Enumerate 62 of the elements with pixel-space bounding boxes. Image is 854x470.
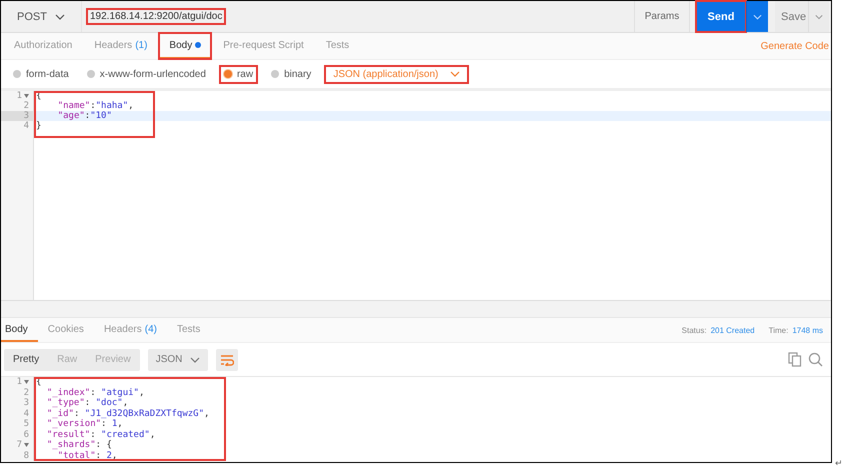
response-tab[interactable]: Tests	[172, 318, 210, 342]
line-number: 2	[24, 388, 29, 398]
response-tab[interactable]: Cookies	[44, 318, 94, 342]
url-field[interactable]: 192.168.14.12:9200/atgui/doc	[87, 9, 226, 24]
save-button[interactable]: Save	[775, 1, 809, 32]
status-label: Status:	[682, 326, 707, 334]
caret-icon	[54, 14, 65, 20]
paragraph-mark: ↵	[835, 458, 843, 468]
code-line: "_version": 1,	[46, 419, 123, 430]
code-line: }	[35, 121, 42, 131]
code-line: "_id": "J1_d32QBxRaDZXTfqwzG",	[46, 408, 210, 418]
caret-icon	[190, 356, 200, 362]
response-tab[interactable]: Headers (4)	[100, 318, 167, 342]
fold-arrow-icon[interactable]	[24, 380, 29, 384]
time-label: Time:	[768, 326, 788, 334]
line-number: 5	[24, 419, 29, 430]
code-line: "result": "created",	[46, 430, 156, 440]
send-options-button[interactable]	[746, 1, 768, 32]
wrap-icon	[220, 354, 234, 366]
code-line: "_type": "doc",	[46, 398, 130, 408]
line-number: 2	[24, 101, 29, 111]
request-tab[interactable]: Body	[159, 33, 212, 59]
line-number: 1	[16, 377, 22, 388]
send-button[interactable]: Send	[696, 1, 746, 32]
body-type-radio[interactable]: form-data	[9, 66, 73, 82]
params-button[interactable]: Params	[634, 1, 690, 32]
response-tab[interactable]: Body	[1, 318, 38, 342]
caret-icon	[450, 71, 460, 77]
copy-icon[interactable]	[788, 352, 802, 367]
line-number: 7	[16, 440, 22, 450]
caret-icon	[753, 14, 762, 20]
caret-icon	[815, 14, 823, 20]
line-number: 8	[24, 450, 29, 461]
fold-arrow-icon[interactable]	[24, 443, 29, 448]
body-type-radio[interactable]: binary	[267, 66, 316, 82]
status-value: 201 Created	[710, 326, 755, 334]
format-dropdown[interactable]: JSON	[148, 348, 208, 370]
request-tab[interactable]: Authorization	[4, 33, 82, 59]
line-number: 3	[24, 111, 29, 121]
search-icon[interactable]	[808, 352, 823, 367]
wrap-lines-button[interactable]	[216, 348, 238, 370]
line-number: 1	[16, 91, 22, 101]
request-tab[interactable]: Pre-request Script	[213, 33, 314, 59]
line-number: 6	[24, 430, 29, 440]
fold-arrow-icon[interactable]	[24, 94, 29, 98]
view-mode-button[interactable]: Raw	[48, 348, 86, 370]
line-number: 4	[24, 408, 29, 419]
code-line: "_shards": {	[46, 440, 113, 450]
view-mode-button[interactable]: Pretty	[4, 348, 48, 370]
time-value: 1748 ms	[792, 326, 823, 334]
request-tab[interactable]: Tests	[316, 33, 360, 59]
code-line: "total": 2,	[56, 450, 118, 461]
line-number: 3	[24, 398, 29, 408]
body-type-radio[interactable]: raw	[220, 66, 258, 82]
generate-code-link[interactable]: Generate Code	[760, 40, 831, 52]
view-mode-button[interactable]: Preview	[86, 348, 140, 370]
body-type-radio[interactable]: x-www-form-urlencoded	[82, 66, 210, 82]
line-number: 4	[24, 121, 29, 131]
code-line: "name":"haha",	[56, 101, 135, 111]
content-type-dropdown[interactable]: JSON (application/json)	[325, 66, 468, 82]
code-line: "_index": "atgui",	[46, 388, 146, 398]
request-tab[interactable]: Headers (1)	[84, 33, 158, 59]
